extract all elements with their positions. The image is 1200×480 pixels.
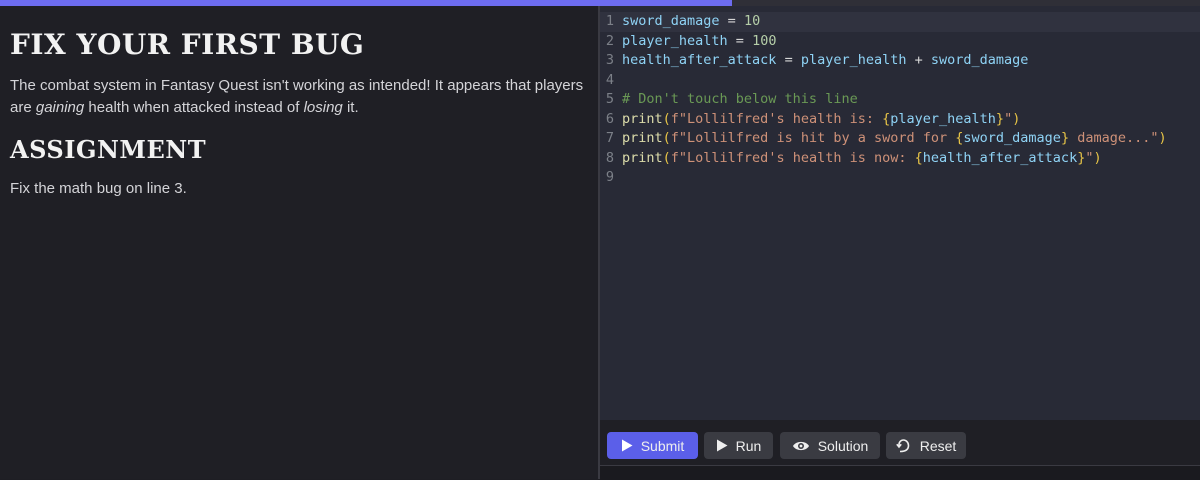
code-token: health_after_attack	[622, 52, 777, 68]
run-label: Run	[735, 437, 762, 454]
code-token: print	[622, 130, 663, 146]
lesson-panel: FIX YOUR FIRST BUG The combat system in …	[0, 6, 598, 479]
code-token: player_health	[890, 110, 996, 127]
code-token: sword_damage	[930, 52, 1029, 68]
code-token: sword_damage	[963, 130, 1061, 146]
run-button[interactable]: Run	[704, 432, 773, 459]
line-number: 1	[605, 13, 614, 29]
code-line[interactable]: 2 player_health = 100	[600, 32, 1200, 52]
play-icon	[621, 439, 633, 452]
assignment-heading: ASSIGNMENT	[10, 135, 207, 164]
code-line[interactable]: 7 print(f"Lollilfred is hit by a sword fo…	[600, 129, 1200, 149]
submit-button[interactable]: Submit	[607, 432, 698, 459]
code-token: player_health	[622, 32, 728, 49]
lesson-title: FIX YOUR FIRST BUG	[10, 28, 365, 61]
intro-text-2: health when attacked instead of	[84, 99, 304, 116]
code-token: +	[906, 52, 931, 68]
code-token: =	[776, 52, 801, 68]
eye-icon	[792, 440, 810, 452]
line-number: 3	[605, 52, 614, 68]
code-token: 10	[743, 13, 761, 29]
code-token: print	[622, 110, 663, 127]
code-token: {	[914, 149, 923, 166]
code-token: =	[727, 32, 753, 49]
code-token: }	[995, 110, 1005, 127]
code-token: )	[1012, 110, 1021, 127]
code-token: }	[1060, 130, 1070, 146]
code-line[interactable]: 4	[600, 71, 1200, 91]
output-panel-edge	[600, 465, 1200, 480]
code-token: (	[662, 110, 671, 127]
code-token: health_after_attack	[922, 149, 1078, 166]
reset-label: Reset	[919, 437, 957, 454]
line-number: 6	[605, 110, 614, 127]
code-line[interactable]: 5 # Don't touch below this line	[600, 90, 1200, 110]
code-token: )	[1158, 130, 1167, 146]
code-token: print	[622, 149, 663, 166]
line-number: 8	[605, 149, 614, 166]
code-editor[interactable]: 1 sword_damage = 10 2 player_health = 100 …	[600, 6, 1200, 420]
code-string: damage..."	[1069, 130, 1159, 146]
code-string: f"Lollilfred is hit by a sword for	[670, 130, 956, 146]
code-line[interactable]: 1 sword_damage = 10	[600, 12, 1200, 32]
intro-emphasis-losing: losing	[303, 99, 343, 116]
line-number: 5	[605, 91, 614, 107]
intro-emphasis-gaining: gaining	[35, 99, 85, 116]
solution-label: Solution	[817, 437, 869, 454]
editor-toolbar: Submit Run Solution Reset	[600, 420, 1200, 465]
code-token: player_health	[800, 52, 907, 68]
code-token: 100	[752, 32, 777, 49]
code-line[interactable]: 9	[600, 168, 1200, 188]
intro-text-3: it.	[342, 99, 359, 116]
reset-button[interactable]: Reset	[886, 432, 966, 459]
line-number: 7	[605, 130, 614, 146]
code-token: sword_damage	[622, 13, 720, 29]
code-string: "	[1004, 110, 1013, 127]
code-string: f"Lollilfred's health is:	[670, 110, 883, 127]
code-token: =	[719, 13, 744, 29]
code-token: (	[662, 149, 671, 166]
line-number: 2	[605, 32, 614, 49]
play-icon	[716, 439, 728, 452]
code-line[interactable]: 6 print(f"Lollilfred's health is: {player…	[600, 110, 1200, 130]
code-token: (	[662, 130, 671, 146]
code-comment: # Don't touch below this line	[622, 91, 858, 107]
code-token: )	[1093, 149, 1102, 166]
line-number: 9	[605, 169, 614, 185]
lesson-intro: The combat system in Fantasy Quest isn't…	[10, 75, 588, 119]
undo-icon	[895, 438, 912, 454]
submit-label: Submit	[640, 437, 685, 454]
code-line[interactable]: 8 print(f"Lollilfred's health is now: {he…	[600, 149, 1200, 169]
assignment-text: Fix the math bug on line 3.	[10, 180, 187, 197]
line-number: 4	[605, 71, 614, 88]
code-line[interactable]: 3 health_after_attack = player_health + s…	[600, 51, 1200, 71]
code-string: f"Lollilfred's health is now:	[670, 149, 915, 166]
solution-button[interactable]: Solution	[780, 432, 880, 459]
